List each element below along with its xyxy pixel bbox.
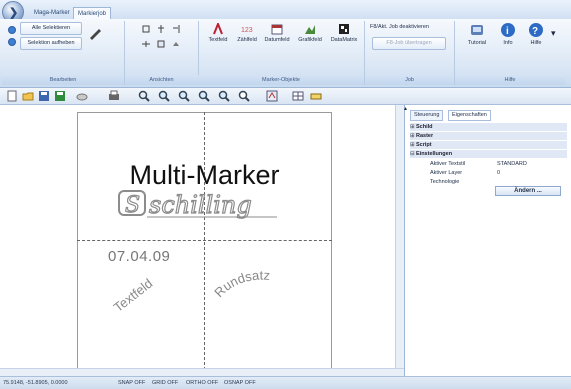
group-label-job: Job [365,75,454,85]
svg-text:schilling: schilling [149,191,252,219]
grid-icon[interactable] [292,90,304,102]
frame-icon[interactable] [157,40,165,50]
eraser-icon[interactable] [76,90,88,102]
new-file-icon[interactable] [6,90,18,102]
job-transfer-button: F8-Job übertragen [372,37,446,50]
distribute-icon[interactable] [142,40,150,50]
edit-pen-icon[interactable] [88,26,102,42]
select-all-icon [8,26,16,36]
layer-icon[interactable] [172,40,180,50]
schilling-logo[interactable]: S schilling [117,187,283,223]
zoom-icon[interactable] [138,90,150,102]
zoom-window-icon[interactable] [198,90,210,102]
zaehlfeld-icon: 123 [241,27,253,34]
category-label: Schild [416,124,433,130]
dropdown-arrow-icon[interactable]: ▾ [551,28,556,39]
zaehlfeld-label: Zählfeld [237,37,257,43]
group-label-hilfe: Hilfe [455,75,565,85]
prop-value: STANDARD [497,161,527,167]
osnap-toggle[interactable]: OSNAP OFF [224,377,256,389]
align-right-icon[interactable] [172,25,180,35]
prop-row-textstil[interactable]: Aktiver Textstil STANDARD [410,160,567,168]
category-label: Script [416,142,432,148]
datamatrix-button[interactable]: DataMatrix [328,23,360,43]
svg-text:i: i [506,26,509,37]
datumfeld-button[interactable]: Datumfeld [262,23,292,43]
group-job: Job [365,21,455,85]
save-as-icon[interactable] [54,90,66,102]
help-icon: ? [529,23,543,37]
prop-value: 0 [497,170,501,176]
grafikfeld-label: Grafikfeld [298,37,322,43]
select-all-button[interactable]: Alle Selektieren [20,22,82,35]
zoom-out-icon[interactable] [178,90,190,102]
grafikfeld-icon [305,25,315,34]
tab-eigenschaften[interactable]: Eigenschaften [448,110,491,121]
category-label: Einstellungen [416,151,453,157]
align-icon[interactable] [142,25,150,35]
info-icon: i [501,23,515,37]
svg-text:?: ? [532,26,538,37]
info-label: Info [503,40,513,46]
prop-key: Aktiver Layer [430,170,463,176]
prop-key: Aktiver Textstil [430,161,466,167]
category-label: Raster [416,133,434,139]
andern-button[interactable]: Ändern ... [495,186,561,196]
datumfeld-label: Datumfeld [264,37,290,43]
app-logo-icon: ❯ [9,7,19,19]
rundsatz-text: Rundsatz [211,267,270,300]
category-einstellungen[interactable]: ⊟Einstellungen [410,150,567,158]
date-field-text[interactable]: 07.04.09 [108,248,170,265]
group-label-marker-objekte: Marker-Objekte [198,75,364,85]
tutorial-label: Tutorial [467,40,487,46]
tutorial-icon [471,25,483,35]
center-guide-horizontal [77,240,332,241]
prop-key: Technologie [430,179,460,185]
category-schild[interactable]: ⊞Schild [410,123,567,131]
group-label-bearbeiten: Bearbeiten [2,75,124,85]
info-button[interactable]: i Info [497,22,519,46]
open-file-icon[interactable] [22,90,34,102]
category-raster[interactable]: ⊞Raster [410,132,567,140]
coordinates-readout: 75.9148, -51.8905, 0.0000 [3,380,68,386]
print-icon[interactable] [108,90,120,102]
zoom-all-icon[interactable] [238,90,250,102]
rundsatz-arc-text[interactable]: Rundsatz [210,248,320,330]
deselect-icon [8,38,16,48]
textfeld-icon [213,23,223,35]
grafikfeld-button[interactable]: Grafikfeld [295,23,325,43]
datumfeld-icon [271,24,283,35]
prop-row-technologie[interactable]: Technologie [410,178,567,186]
hilfe-label: Hilfe [530,40,542,46]
refresh-icon[interactable] [266,90,278,102]
zaehlfeld-button[interactable]: 123 Zählfeld [234,23,260,43]
zoom-in-icon[interactable] [158,90,170,102]
status-bar: 75.9148, -51.8905, 0.0000 SNAP OFF GRID … [0,376,571,389]
category-script[interactable]: ⊞Script [410,141,567,149]
group-label-ansichten: Ansichten [125,75,198,85]
prop-row-layer[interactable]: Aktiver Layer 0 [410,169,567,177]
tutorial-button[interactable]: Tutorial [462,22,492,46]
ruler-icon[interactable] [310,90,322,102]
grid-toggle[interactable]: GRID OFF [152,377,178,389]
hilfe-button[interactable]: ? Hilfe [524,22,548,46]
datamatrix-icon [339,24,349,34]
ortho-toggle[interactable]: ORTHO OFF [186,377,218,389]
tab-steuerung[interactable]: Steuerung [410,110,444,121]
save-icon[interactable] [38,90,50,102]
textfeld-label: Textfeld [208,37,228,43]
deselect-button[interactable]: Selektion aufheben [20,37,82,50]
center-guide-vertical [204,112,205,370]
zoom-fit-icon[interactable] [218,90,230,102]
snap-toggle[interactable]: SNAP OFF [118,377,145,389]
tab-maga-marker[interactable]: Maga-Marker [30,7,74,19]
textfeld-button[interactable]: Textfeld [204,23,232,43]
align-center-icon[interactable] [157,25,165,35]
svg-text:Rundsatz: Rundsatz [211,267,270,300]
svg-text:123: 123 [241,27,253,34]
svg-text:S: S [125,193,140,218]
job-deactivate-button[interactable]: F8/Akt. Job deaktivieren [370,24,450,30]
datamatrix-label: DataMatrix [330,37,358,43]
